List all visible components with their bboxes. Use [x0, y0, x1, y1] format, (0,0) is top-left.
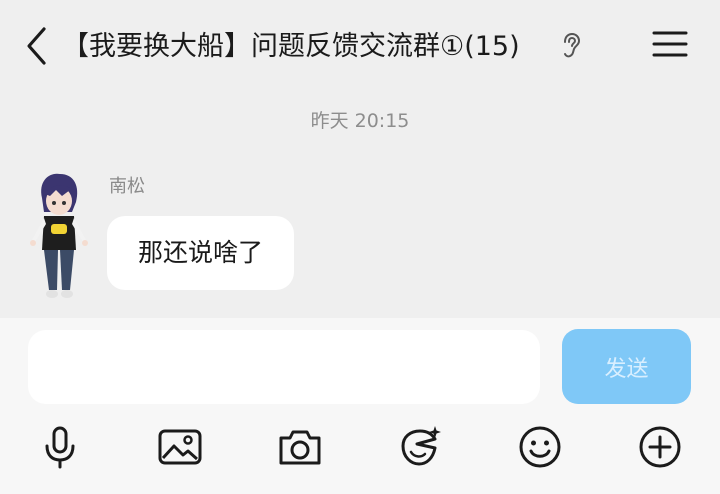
ear-icon[interactable] — [560, 32, 584, 60]
emoji-icon[interactable] — [517, 424, 563, 470]
sender-name: 南松 — [109, 176, 145, 197]
sender-avatar[interactable] — [22, 168, 94, 304]
menu-button[interactable] — [650, 26, 690, 62]
chat-header: 【我要换大船】问题反馈交流群①(15) — [0, 0, 720, 92]
back-button[interactable] — [22, 24, 52, 68]
composer-panel: 发送 — [0, 318, 720, 494]
menu-icon — [652, 31, 688, 57]
message-bubble[interactable]: 那还说啥了 — [107, 216, 294, 290]
chevron-left-icon — [27, 27, 46, 65]
send-button[interactable]: 发送 — [562, 329, 691, 404]
microphone-icon[interactable] — [37, 424, 83, 470]
message-input[interactable] — [28, 330, 540, 404]
group-title[interactable]: 【我要换大船】问题反馈交流群①(15) — [62, 27, 520, 67]
message-timestamp: 昨天 20:15 — [310, 110, 410, 132]
image-icon[interactable] — [157, 424, 203, 470]
camera-icon[interactable] — [277, 424, 323, 470]
sticker-icon[interactable] — [397, 424, 443, 470]
plus-icon[interactable] — [637, 424, 683, 470]
